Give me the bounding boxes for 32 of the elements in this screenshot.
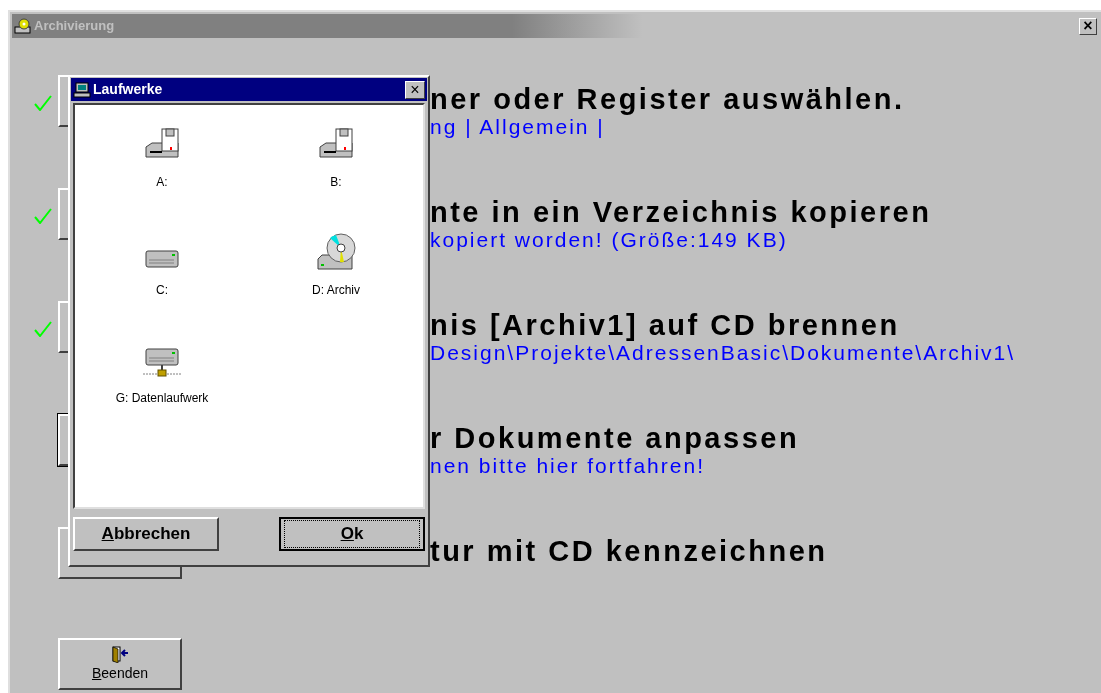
step-heading: tur mit CD kennzeichnen	[430, 535, 828, 567]
close-button[interactable]: ×	[1079, 17, 1097, 35]
drive-label: C:	[156, 282, 168, 299]
step-detail: nen bitte hier fortfahren!	[430, 454, 706, 478]
drive-label: B:	[330, 174, 342, 191]
dialog-button[interactable]: Ok	[279, 517, 425, 551]
drive-item[interactable]: D: Archiv	[249, 213, 423, 321]
step-heading: ner oder Register auswählen.	[430, 83, 905, 115]
window-title: Archivierung	[34, 17, 115, 36]
exit-button[interactable]: Beenden	[58, 638, 182, 690]
cd-drive-icon	[316, 231, 356, 271]
step-heading: nte in ein Verzeichnis kopieren	[430, 196, 932, 228]
drive-item[interactable]: C:	[75, 213, 249, 321]
drive-item[interactable]: A:	[75, 105, 249, 213]
step-detail: ng | Allgemein |	[430, 115, 606, 139]
close-button[interactable]: ×	[405, 80, 425, 99]
drive-label: A:	[156, 174, 168, 191]
exit-door-icon	[111, 644, 129, 663]
computer-icon	[73, 81, 91, 98]
step-detail: kopiert worden! (Größe:149 KB)	[430, 228, 789, 252]
cd-app-icon	[14, 18, 32, 34]
step-heading: nis [Archiv1] auf CD brennen	[430, 309, 901, 341]
drive-item[interactable]: B:	[249, 105, 423, 213]
dialog-title: Laufwerke	[93, 80, 163, 99]
dialog-button[interactable]: Abbrechen	[73, 517, 219, 551]
hard-drive-icon	[144, 247, 180, 271]
step-heading: r Dokumente anpassen	[430, 422, 800, 454]
drive-item[interactable]: G: Datenlaufwerk	[75, 321, 249, 429]
drive-label: D: Archiv	[312, 282, 360, 299]
step-detail: Design\Projekte\AdressenBasic\Dokumente\Archiv1\	[430, 341, 1016, 365]
drive-label: G: Datenlaufwerk	[115, 390, 209, 407]
network-drive-icon	[142, 347, 182, 379]
